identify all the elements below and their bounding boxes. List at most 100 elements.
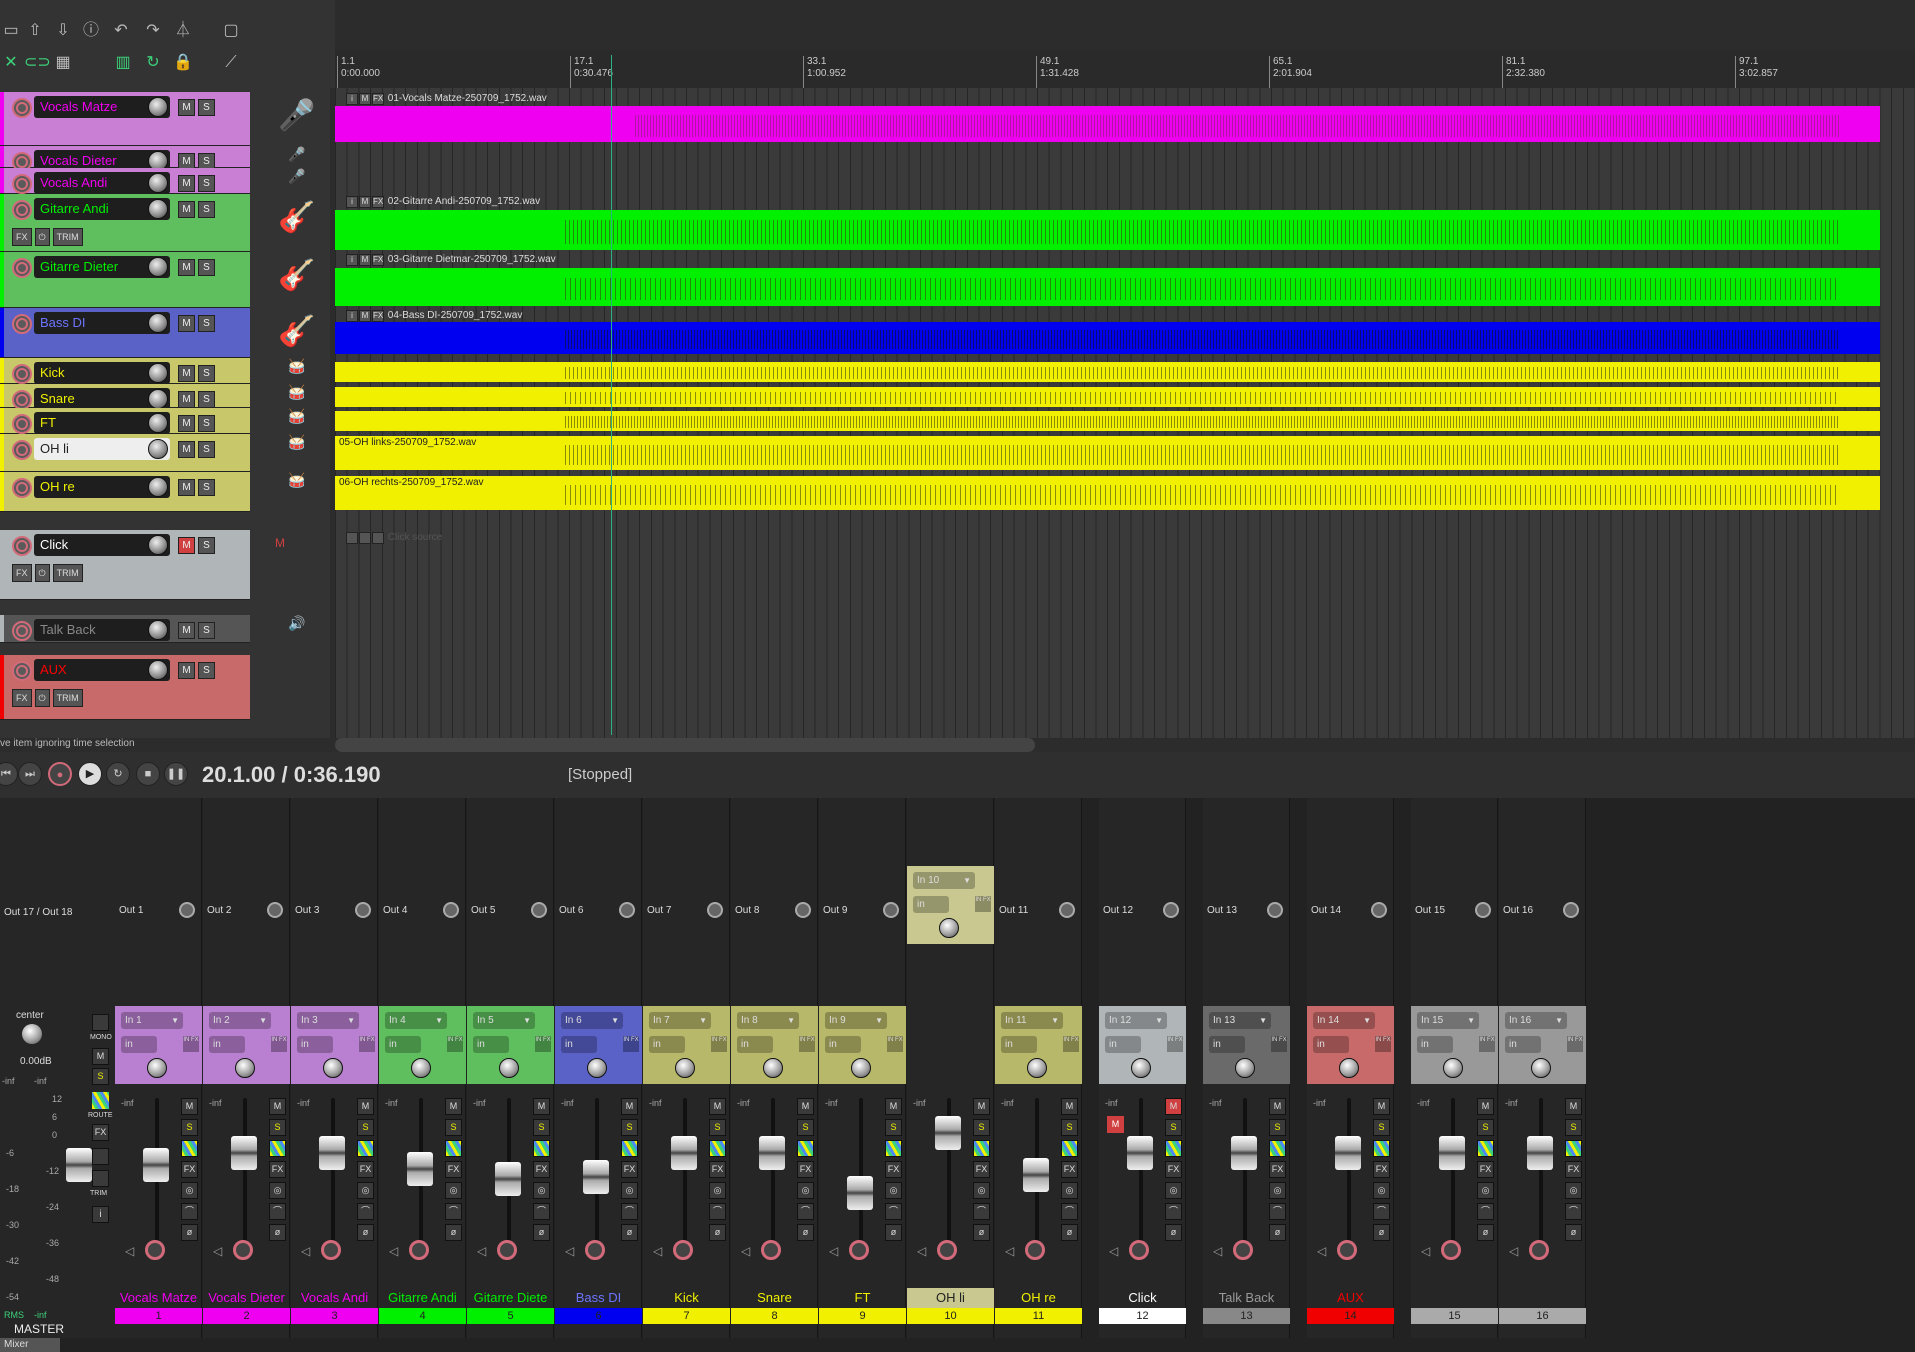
input-mode-select[interactable]: in: [1417, 1036, 1453, 1053]
input-fx-button[interactable]: IN FX: [447, 1036, 463, 1052]
pan-knob[interactable]: [235, 1058, 255, 1078]
record-arm-button[interactable]: [1129, 1240, 1149, 1260]
record-icon[interactable]: ●: [48, 762, 72, 786]
solo-button[interactable]: S: [885, 1119, 902, 1136]
input-mode-select[interactable]: in: [473, 1036, 509, 1053]
media-item[interactable]: [335, 387, 1880, 407]
envelope-icon[interactable]: ⌒: [181, 1203, 198, 1220]
output-knob[interactable]: [1267, 902, 1283, 918]
speaker-icon[interactable]: ◁: [477, 1244, 486, 1258]
pan-knob[interactable]: [1027, 1058, 1047, 1078]
volume-knob[interactable]: [148, 173, 168, 193]
pan-knob[interactable]: [411, 1058, 431, 1078]
mute-button[interactable]: M: [178, 479, 195, 496]
fx-button[interactable]: FX: [1373, 1161, 1390, 1178]
master-fx-button[interactable]: FX: [92, 1124, 109, 1141]
route-icon[interactable]: [885, 1140, 902, 1157]
track-snare[interactable]: Snare M S: [0, 384, 250, 410]
strip-name[interactable]: Vocals Andi: [291, 1288, 378, 1308]
solo-button[interactable]: S: [1165, 1119, 1182, 1136]
solo-button[interactable]: S: [198, 391, 215, 408]
fx-bypass-icon[interactable]: ◎: [709, 1182, 726, 1199]
phase-icon[interactable]: ø: [533, 1224, 550, 1241]
pan-knob[interactable]: [1131, 1058, 1151, 1078]
fx-bypass-icon[interactable]: ◎: [973, 1182, 990, 1199]
track-gitarre-andi[interactable]: Gitarre Andi M S FX ⏻ TRIM: [0, 194, 250, 252]
track-kick[interactable]: Kick M S: [0, 358, 250, 384]
volume-fader[interactable]: [847, 1176, 873, 1210]
strip-name[interactable]: Vocals Dieter: [203, 1288, 290, 1308]
record-arm-button[interactable]: [12, 390, 32, 410]
input-mode-select[interactable]: in: [825, 1036, 861, 1053]
fx-button[interactable]: FX: [797, 1161, 814, 1178]
input-select[interactable]: In 8: [737, 1012, 799, 1029]
fx-button[interactable]: FX: [973, 1161, 990, 1178]
route-icon[interactable]: [1061, 1140, 1078, 1157]
media-item[interactable]: [335, 106, 1880, 142]
pan-knob[interactable]: [1235, 1058, 1255, 1078]
solo-button[interactable]: S: [198, 99, 215, 116]
mute-button[interactable]: M: [178, 537, 195, 554]
output-knob[interactable]: [531, 902, 547, 918]
fx-button[interactable]: FX: [12, 228, 32, 246]
envelope-icon[interactable]: ⌒: [533, 1203, 550, 1220]
speaker-icon[interactable]: ◁: [741, 1244, 750, 1258]
phase-icon[interactable]: ø: [1477, 1224, 1494, 1241]
strip-name[interactable]: AUX: [1307, 1288, 1394, 1308]
track-talk-back[interactable]: Talk Back M S: [0, 615, 250, 643]
speaker-icon[interactable]: ◁: [1005, 1244, 1014, 1258]
volume-fader[interactable]: [1231, 1136, 1257, 1170]
output-knob[interactable]: [1163, 902, 1179, 918]
redo-icon[interactable]: ↷: [142, 20, 164, 42]
volume-knob[interactable]: [148, 389, 168, 409]
volume-fader[interactable]: [583, 1160, 609, 1194]
item-mute-icon[interactable]: M: [359, 196, 371, 208]
mute-button[interactable]: M: [178, 175, 195, 192]
output-label[interactable]: Out 6: [559, 905, 583, 916]
strip-name[interactable]: Snare: [731, 1288, 818, 1308]
phase-icon[interactable]: ø: [1373, 1224, 1390, 1241]
speaker-icon[interactable]: ◁: [1213, 1244, 1222, 1258]
volume-fader[interactable]: [1439, 1136, 1465, 1170]
envelope-icon[interactable]: ⌒: [1269, 1203, 1286, 1220]
strip-name[interactable]: [1411, 1288, 1498, 1308]
pan-knob[interactable]: [1339, 1058, 1359, 1078]
volume-fader[interactable]: [1335, 1136, 1361, 1170]
solo-button[interactable]: S: [198, 415, 215, 432]
output-knob[interactable]: [883, 902, 899, 918]
master-mono-icon[interactable]: [92, 1014, 109, 1031]
media-item[interactable]: 06-OH rechts-250709_1752.wav: [335, 476, 1880, 510]
volume-knob[interactable]: [148, 660, 168, 680]
solo-button[interactable]: S: [198, 175, 215, 192]
item-fx-icon[interactable]: FX: [372, 93, 384, 105]
item-lock-icon[interactable]: i: [346, 532, 358, 544]
pan-knob[interactable]: [147, 1058, 167, 1078]
power-icon[interactable]: ⏻: [34, 228, 50, 246]
output-knob[interactable]: [619, 902, 635, 918]
save-project-icon[interactable]: ⇩: [52, 20, 74, 42]
record-arm-button[interactable]: [145, 1240, 165, 1260]
input-select[interactable]: In 14: [1313, 1012, 1375, 1029]
strip-name[interactable]: Kick: [643, 1288, 730, 1308]
item-fx-icon[interactable]: FX: [372, 196, 384, 208]
mute-button[interactable]: M: [178, 315, 195, 332]
record-arm-button[interactable]: [937, 1240, 957, 1260]
output-label[interactable]: Out 14: [1311, 905, 1341, 916]
fx-button[interactable]: FX: [357, 1161, 374, 1178]
fx-bypass-icon[interactable]: ◎: [445, 1182, 462, 1199]
phase-icon[interactable]: ø: [885, 1224, 902, 1241]
fx-bypass-icon[interactable]: ◎: [1373, 1182, 1390, 1199]
input-mode-select[interactable]: in: [649, 1036, 685, 1053]
item-lock-icon[interactable]: i: [346, 93, 358, 105]
volume-knob[interactable]: [148, 477, 168, 497]
metronome-icon[interactable]: ⏃: [172, 20, 194, 42]
edit-cursor[interactable]: [611, 55, 612, 735]
route-icon[interactable]: [1373, 1140, 1390, 1157]
track-oh-re[interactable]: OH re M S: [0, 472, 250, 512]
input-fx-button[interactable]: IN FX: [1063, 1036, 1079, 1052]
track-click[interactable]: Click M S FX ⏻ TRIM: [0, 530, 250, 600]
fx-button[interactable]: FX: [1061, 1161, 1078, 1178]
output-label[interactable]: Out 11: [999, 905, 1028, 916]
route-icon[interactable]: [1165, 1140, 1182, 1157]
output-knob[interactable]: [267, 902, 283, 918]
